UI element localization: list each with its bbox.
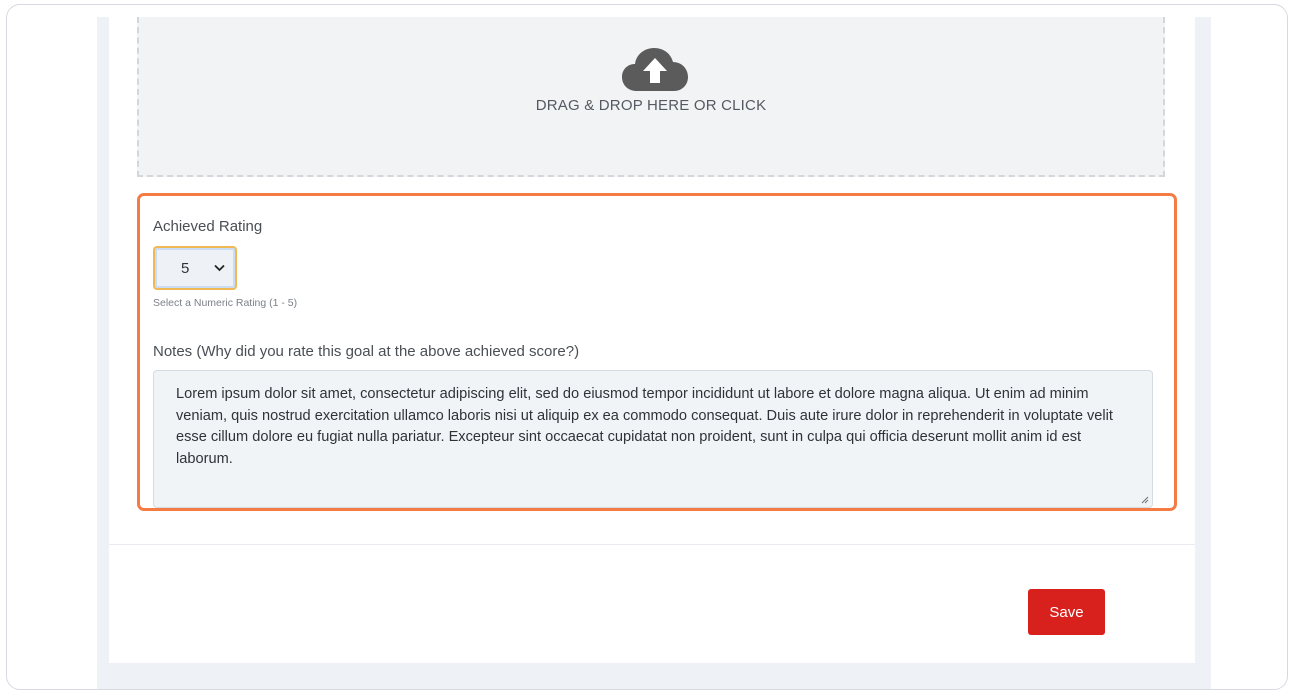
rating-select[interactable]: 5 [153, 246, 237, 290]
footer-divider [109, 544, 1195, 545]
notes-label: Notes (Why did you rate this goal at the… [153, 343, 580, 360]
rating-select-value: 5 [181, 259, 190, 277]
notes-text: Lorem ipsum dolor sit amet, consectetur … [176, 386, 1113, 467]
achieved-rating-label: Achieved Rating [153, 218, 263, 235]
window-frame: DRAG & DROP HERE OR CLICK Achieved Ratin… [6, 4, 1288, 690]
resize-handle-icon[interactable] [1141, 496, 1149, 504]
file-dropzone[interactable]: DRAG & DROP HERE OR CLICK [137, 17, 1165, 177]
save-button[interactable]: Save [1028, 589, 1105, 635]
dropzone-text: DRAG & DROP HERE OR CLICK [535, 97, 767, 114]
form-card: DRAG & DROP HERE OR CLICK Achieved Ratin… [109, 17, 1195, 663]
notes-textarea[interactable]: Lorem ipsum dolor sit amet, consectetur … [153, 370, 1153, 508]
content-panel: DRAG & DROP HERE OR CLICK Achieved Ratin… [97, 17, 1211, 689]
cloud-upload-icon [622, 48, 688, 91]
rating-help-text: Select a Numeric Rating (1 - 5) [153, 297, 298, 309]
chevron-down-icon [214, 264, 225, 272]
